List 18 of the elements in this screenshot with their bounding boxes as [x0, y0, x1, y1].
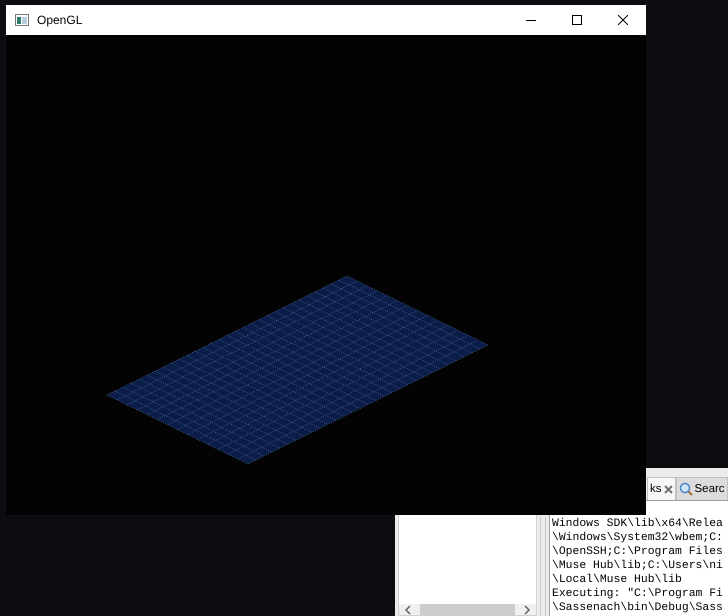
- app-icon: [15, 14, 29, 26]
- window-title: OpenGL: [37, 13, 82, 27]
- panel-tab[interactable]: ks: [647, 477, 676, 500]
- maximize-icon: [572, 15, 582, 25]
- output-line: \Local\Muse Hub\lib: [552, 573, 682, 587]
- output-line: \Windows\System32\wbem;C:: [552, 531, 723, 545]
- horizontal-scrollbar[interactable]: [399, 604, 536, 615]
- panel-tab[interactable]: Searc: [676, 477, 728, 500]
- splitter-handle[interactable]: [540, 517, 546, 616]
- output-line: Executing: "C:\Program Fi: [552, 587, 723, 601]
- close-icon: [618, 15, 628, 25]
- scrollbar-thumb[interactable]: [420, 604, 515, 615]
- output-line: \Sassenach\bin\Debug\Sass: [552, 601, 723, 615]
- search-icon: [678, 482, 692, 496]
- close-icon[interactable]: [664, 484, 672, 494]
- output-line: \Muse Hub\lib;C:\Users\ni: [552, 559, 723, 573]
- output-line: Windows SDK\lib\x64\Relea: [552, 517, 723, 531]
- output-line: \OpenSSH;C:\Program Files: [552, 545, 723, 559]
